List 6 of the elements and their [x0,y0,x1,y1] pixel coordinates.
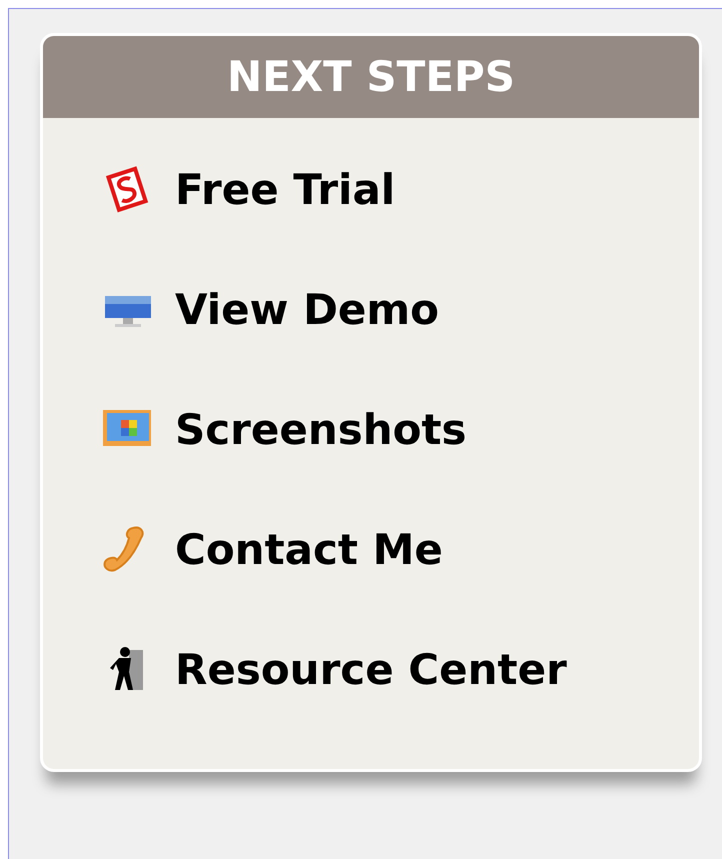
panel-header: NEXT STEPS [43,36,699,118]
nav-link[interactable]: View Demo [175,278,440,340]
nav-link[interactable]: Contact Me [175,518,443,580]
nav-link[interactable]: Resource Center [175,638,567,700]
nav-link[interactable]: Free Trial [175,158,396,220]
nav-link[interactable]: Screenshots [175,398,467,460]
